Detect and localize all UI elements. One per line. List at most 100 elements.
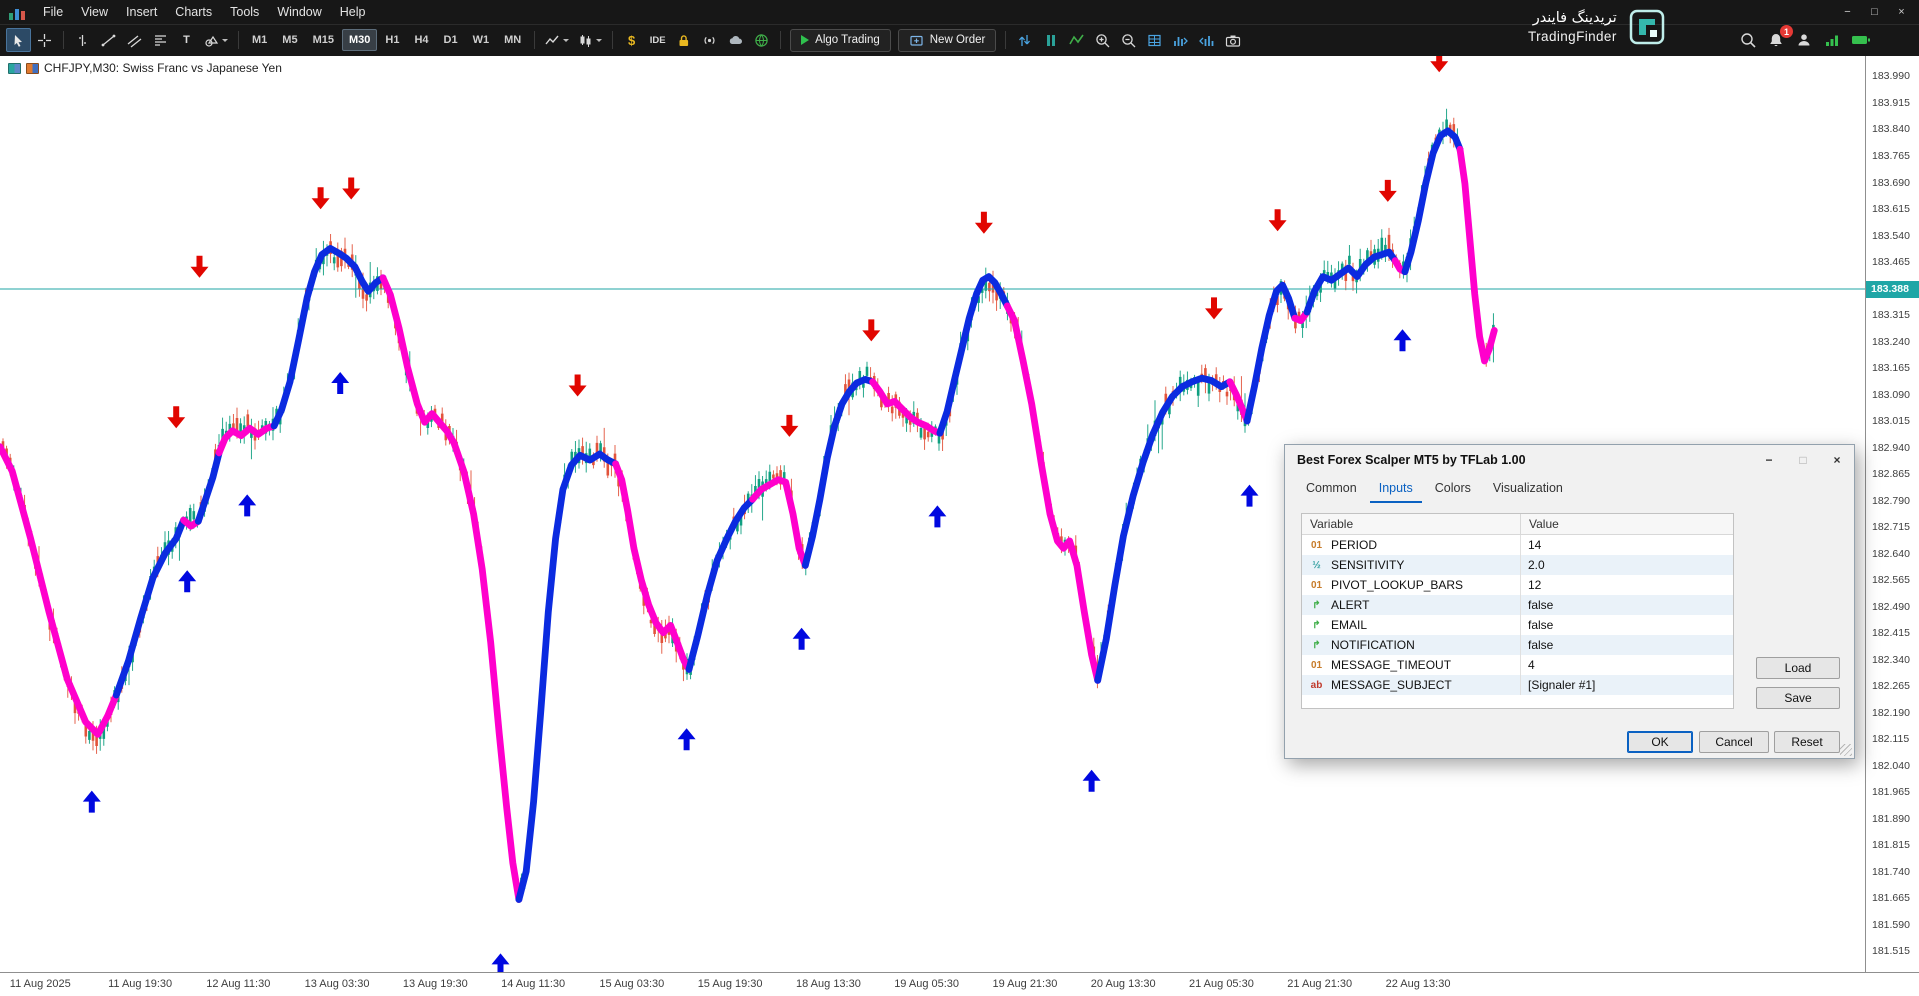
dialog-tabs: CommonInputsColorsVisualization [1285, 476, 1854, 503]
price-axis-label: 183.090 [1872, 389, 1910, 401]
cancel-button[interactable]: Cancel [1699, 731, 1769, 753]
menu-window[interactable]: Window [268, 3, 330, 21]
menu-charts[interactable]: Charts [166, 3, 221, 21]
menu-file[interactable]: File [34, 3, 72, 21]
price-axis-label: 181.890 [1872, 813, 1910, 825]
strategy-tester-button[interactable] [1194, 28, 1219, 52]
price-axis-label: 182.940 [1872, 442, 1910, 454]
input-value[interactable]: 12 [1520, 575, 1733, 595]
input-row-period[interactable]: 01PERIOD14 [1302, 535, 1733, 555]
input-row-sensitivity[interactable]: ½SENSITIVITY2.0 [1302, 555, 1733, 575]
notifications-bell-button[interactable]: 1 [1763, 28, 1788, 52]
lock-button[interactable] [671, 28, 696, 52]
vertical-line-tool-button[interactable] [70, 28, 95, 52]
dialog-title-bar[interactable]: Best Forex Scalper MT5 by TFLab 1.00 − □… [1285, 445, 1854, 475]
time-axis-label: 15 Aug 03:30 [599, 978, 664, 990]
dialog-maximize-button[interactable]: □ [1786, 445, 1820, 475]
timeframe-m5-button[interactable]: M5 [275, 29, 304, 51]
zoom-out-button[interactable] [1116, 28, 1141, 52]
chart-symbol-label: CHFJPY,M30: Swiss Franc vs Japanese Yen [8, 61, 282, 75]
input-row-notification[interactable]: ↱NOTIFICATIONfalse [1302, 635, 1733, 655]
candle-chart-type-button[interactable] [574, 28, 606, 52]
input-value[interactable]: 14 [1520, 535, 1733, 555]
user-profile-button[interactable] [1791, 28, 1816, 52]
cursor-tool-button[interactable] [6, 28, 31, 52]
tab-common[interactable]: Common [1297, 476, 1366, 503]
market-depth-icon[interactable] [8, 63, 21, 74]
chart-indicator-icon[interactable] [26, 63, 39, 74]
menu-help[interactable]: Help [331, 3, 375, 21]
tab-inputs[interactable]: Inputs [1370, 476, 1422, 503]
algo-trading-button[interactable]: Algo Trading [790, 29, 891, 52]
input-row-email[interactable]: ↱EMAILfalse [1302, 615, 1733, 635]
trendline-tool-button[interactable] [96, 28, 121, 52]
shapes-dropdown-button[interactable] [200, 28, 232, 52]
timeframe-h4-button[interactable]: H4 [407, 29, 435, 51]
line-chart-type-button[interactable] [541, 28, 573, 52]
new-order-button[interactable]: New Order [898, 29, 997, 52]
depth-of-market-grid-button[interactable] [1142, 28, 1167, 52]
tab-visualization[interactable]: Visualization [1484, 476, 1572, 503]
dialog-resize-grip[interactable] [1840, 744, 1852, 756]
signal-broadcast-button[interactable] [697, 28, 722, 52]
text-tool-button[interactable]: T [174, 28, 199, 52]
tab-colors[interactable]: Colors [1426, 476, 1480, 503]
input-value[interactable]: 2.0 [1520, 555, 1733, 575]
dialog-close-button[interactable]: × [1820, 445, 1854, 475]
dialog-minimize-button[interactable]: − [1752, 445, 1786, 475]
menu-items: FileViewInsertChartsToolsWindowHelp [34, 3, 375, 21]
menu-view[interactable]: View [72, 3, 117, 21]
input-value[interactable]: 4 [1520, 655, 1733, 675]
timeframe-m30-button[interactable]: M30 [342, 29, 377, 51]
input-row-pivot_lookup_bars[interactable]: 01PIVOT_LOOKUP_BARS12 [1302, 575, 1733, 595]
input-row-alert[interactable]: ↱ALERTfalse [1302, 595, 1733, 615]
search-button[interactable] [1735, 28, 1760, 52]
input-value[interactable]: false [1520, 615, 1733, 635]
window-restore-button[interactable]: □ [1861, 4, 1888, 20]
zigzag-button[interactable] [1064, 28, 1089, 52]
price-axis[interactable]: 183.990183.915183.840183.765183.690183.6… [1865, 56, 1919, 972]
zoom-in-button[interactable] [1090, 28, 1115, 52]
market-watch-dollar-button[interactable]: $ [619, 28, 644, 52]
input-row-message_timeout[interactable]: 01MESSAGE_TIMEOUT4 [1302, 655, 1733, 675]
save-button[interactable]: Save [1756, 687, 1840, 709]
timeframe-m15-button[interactable]: M15 [306, 29, 341, 51]
timeframe-mn-button[interactable]: MN [497, 29, 528, 51]
timeframe-m1-button[interactable]: M1 [245, 29, 274, 51]
data-window-button[interactable] [1168, 28, 1193, 52]
time-axis-label: 19 Aug 05:30 [894, 978, 959, 990]
pause-chart-button[interactable] [1038, 28, 1063, 52]
window-minimize-button[interactable]: − [1834, 4, 1861, 20]
input-value[interactable]: false [1520, 595, 1733, 615]
menu-insert[interactable]: Insert [117, 3, 166, 21]
screenshot-camera-button[interactable] [1220, 28, 1245, 52]
dialog-title: Best Forex Scalper MT5 by TFLab 1.00 [1297, 453, 1526, 467]
price-axis-label: 181.590 [1872, 919, 1910, 931]
cloud-button[interactable] [723, 28, 748, 52]
price-axis-label: 183.615 [1872, 203, 1910, 215]
load-button[interactable]: Load [1756, 657, 1840, 679]
dropdown-caret-icon [222, 39, 228, 42]
timeframe-w1-button[interactable]: W1 [466, 29, 497, 51]
column-header-variable: Variable [1302, 514, 1520, 534]
input-value[interactable]: [Signaler #1] [1520, 675, 1733, 695]
window-close-button[interactable]: × [1888, 4, 1915, 20]
fibonacci-tool-button[interactable] [148, 28, 173, 52]
time-axis-label: 21 Aug 21:30 [1287, 978, 1352, 990]
tick-chart-button[interactable] [1012, 28, 1037, 52]
input-value[interactable]: false [1520, 635, 1733, 655]
timeframe-d1-button[interactable]: D1 [437, 29, 465, 51]
toolbar-separator [780, 31, 781, 49]
community-globe-button[interactable] [749, 28, 774, 52]
input-variable-name: 01MESSAGE_TIMEOUT [1302, 655, 1520, 675]
pause-icon [1047, 35, 1056, 46]
reset-button[interactable]: Reset [1774, 731, 1840, 753]
crosshair-tool-button[interactable] [32, 28, 57, 52]
menu-tools[interactable]: Tools [221, 3, 268, 21]
ok-button[interactable]: OK [1627, 731, 1693, 753]
equidistant-channel-tool-button[interactable] [122, 28, 147, 52]
time-axis[interactable]: 11 Aug 202511 Aug 19:3012 Aug 11:3013 Au… [0, 972, 1919, 996]
metaeditor-ide-button[interactable]: IDE [645, 28, 670, 52]
timeframe-h1-button[interactable]: H1 [378, 29, 406, 51]
input-row-message_subject[interactable]: abMESSAGE_SUBJECT[Signaler #1] [1302, 675, 1733, 695]
